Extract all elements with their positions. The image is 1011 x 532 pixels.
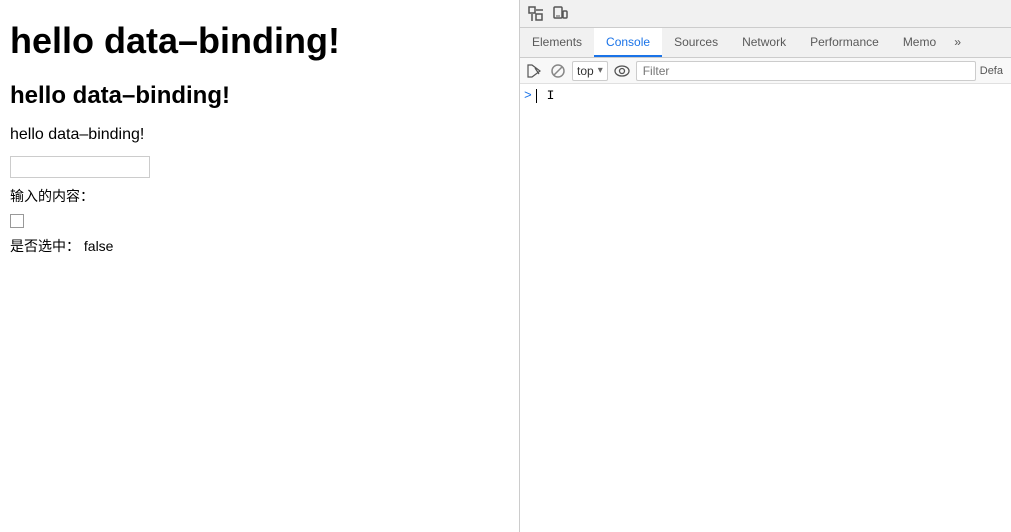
tab-memory[interactable]: Memo (891, 28, 948, 57)
tab-overflow-icon[interactable]: » (948, 32, 967, 54)
devtools-tabs-bar: Elements Console Sources Network Perform… (520, 28, 1011, 58)
console-prompt[interactable]: > (524, 88, 532, 103)
context-selector[interactable]: top ▾ (572, 61, 608, 81)
console-input-row[interactable]: > I (520, 86, 1011, 105)
console-cursor-bar (536, 89, 537, 103)
tab-network[interactable]: Network (730, 28, 798, 57)
context-selector-value: top (577, 64, 594, 78)
text-input[interactable] (10, 156, 150, 178)
checkbox-label-text: 是否选中： (10, 238, 80, 254)
inspect-element-icon[interactable] (524, 2, 548, 26)
cursor-caret: I (547, 88, 555, 103)
input-label: 输入的内容： (10, 186, 509, 206)
eye-icon[interactable] (612, 61, 632, 81)
console-content-area[interactable]: > I (520, 84, 1011, 532)
block-icon[interactable] (548, 61, 568, 81)
devtools-top-bar (520, 0, 1011, 28)
tab-performance[interactable]: Performance (798, 28, 891, 57)
main-content-panel: hello data–binding! hello data–binding! … (0, 0, 520, 532)
tab-sources[interactable]: Sources (662, 28, 730, 57)
clear-console-icon[interactable] (524, 61, 544, 81)
heading-medium: hello data–binding! (10, 82, 509, 110)
checkbox-label: 是否选中： false (10, 236, 509, 256)
console-filter-input[interactable] (636, 61, 976, 81)
dropdown-arrow-icon: ▾ (598, 65, 603, 76)
default-levels-label: Defa (980, 65, 1007, 77)
device-toggle-icon[interactable] (548, 2, 572, 26)
checkbox-value: false (84, 238, 114, 254)
tab-console[interactable]: Console (594, 28, 662, 57)
checkbox-input[interactable] (10, 214, 24, 228)
console-input-cursor[interactable]: I (536, 88, 555, 103)
tab-elements[interactable]: Elements (520, 28, 594, 57)
heading-small: hello data–binding! (10, 126, 509, 144)
checkbox-row (10, 214, 509, 228)
devtools-panel: Elements Console Sources Network Perform… (520, 0, 1011, 532)
console-toolbar-bar: top ▾ Defa (520, 58, 1011, 84)
heading-large: hello data–binding! (10, 20, 509, 62)
